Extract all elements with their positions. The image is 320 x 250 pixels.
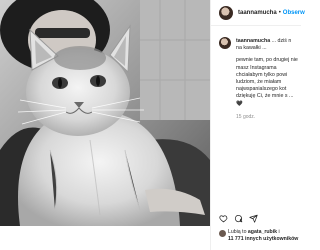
comment-icon[interactable] bbox=[234, 214, 243, 223]
black-heart-icon: 🖤 bbox=[236, 100, 243, 107]
caption-username[interactable]: taannamucha bbox=[236, 38, 270, 44]
likes-summary: Lubią to agata_rubik i 11 771 innych uży… bbox=[228, 229, 300, 243]
caption-second-paragraph: pewnie tam, po drugiej nie masz Instagra… bbox=[236, 57, 298, 107]
post-actions bbox=[219, 214, 258, 223]
likes-prefix: Lubią to bbox=[228, 229, 247, 235]
likes-suffix: i bbox=[278, 229, 280, 235]
caption-first-paragraph: taannamucha ... dziś n na kawałki ... bbox=[236, 38, 298, 52]
follow-button[interactable]: Obserw bbox=[283, 10, 305, 16]
cat-photo-image bbox=[0, 0, 210, 226]
header-separator: • bbox=[278, 9, 281, 16]
caption-line-2: pewnie tam, po drugiej nie masz Instagra… bbox=[236, 57, 298, 100]
likes-count-link[interactable]: 11 771 innych użytkowników bbox=[228, 236, 298, 242]
header-username[interactable]: taannamucha bbox=[238, 10, 277, 16]
heart-outline-icon[interactable] bbox=[219, 214, 228, 223]
caption-avatar[interactable] bbox=[219, 37, 231, 49]
post-sidebar: taannamucha • Obserw taannamucha ... dzi… bbox=[210, 0, 305, 250]
share-icon[interactable] bbox=[249, 214, 258, 223]
post-time[interactable]: 15 godz. bbox=[236, 114, 255, 120]
post-photo[interactable] bbox=[0, 0, 210, 226]
likes-user-link[interactable]: agata_rubik bbox=[248, 229, 277, 235]
likes-avatar[interactable] bbox=[219, 230, 226, 237]
caption: taannamucha ... dziś n na kawałki ... pe… bbox=[236, 38, 298, 113]
avatar[interactable] bbox=[219, 5, 233, 20]
post-header: taannamucha • Obserw bbox=[211, 0, 305, 26]
